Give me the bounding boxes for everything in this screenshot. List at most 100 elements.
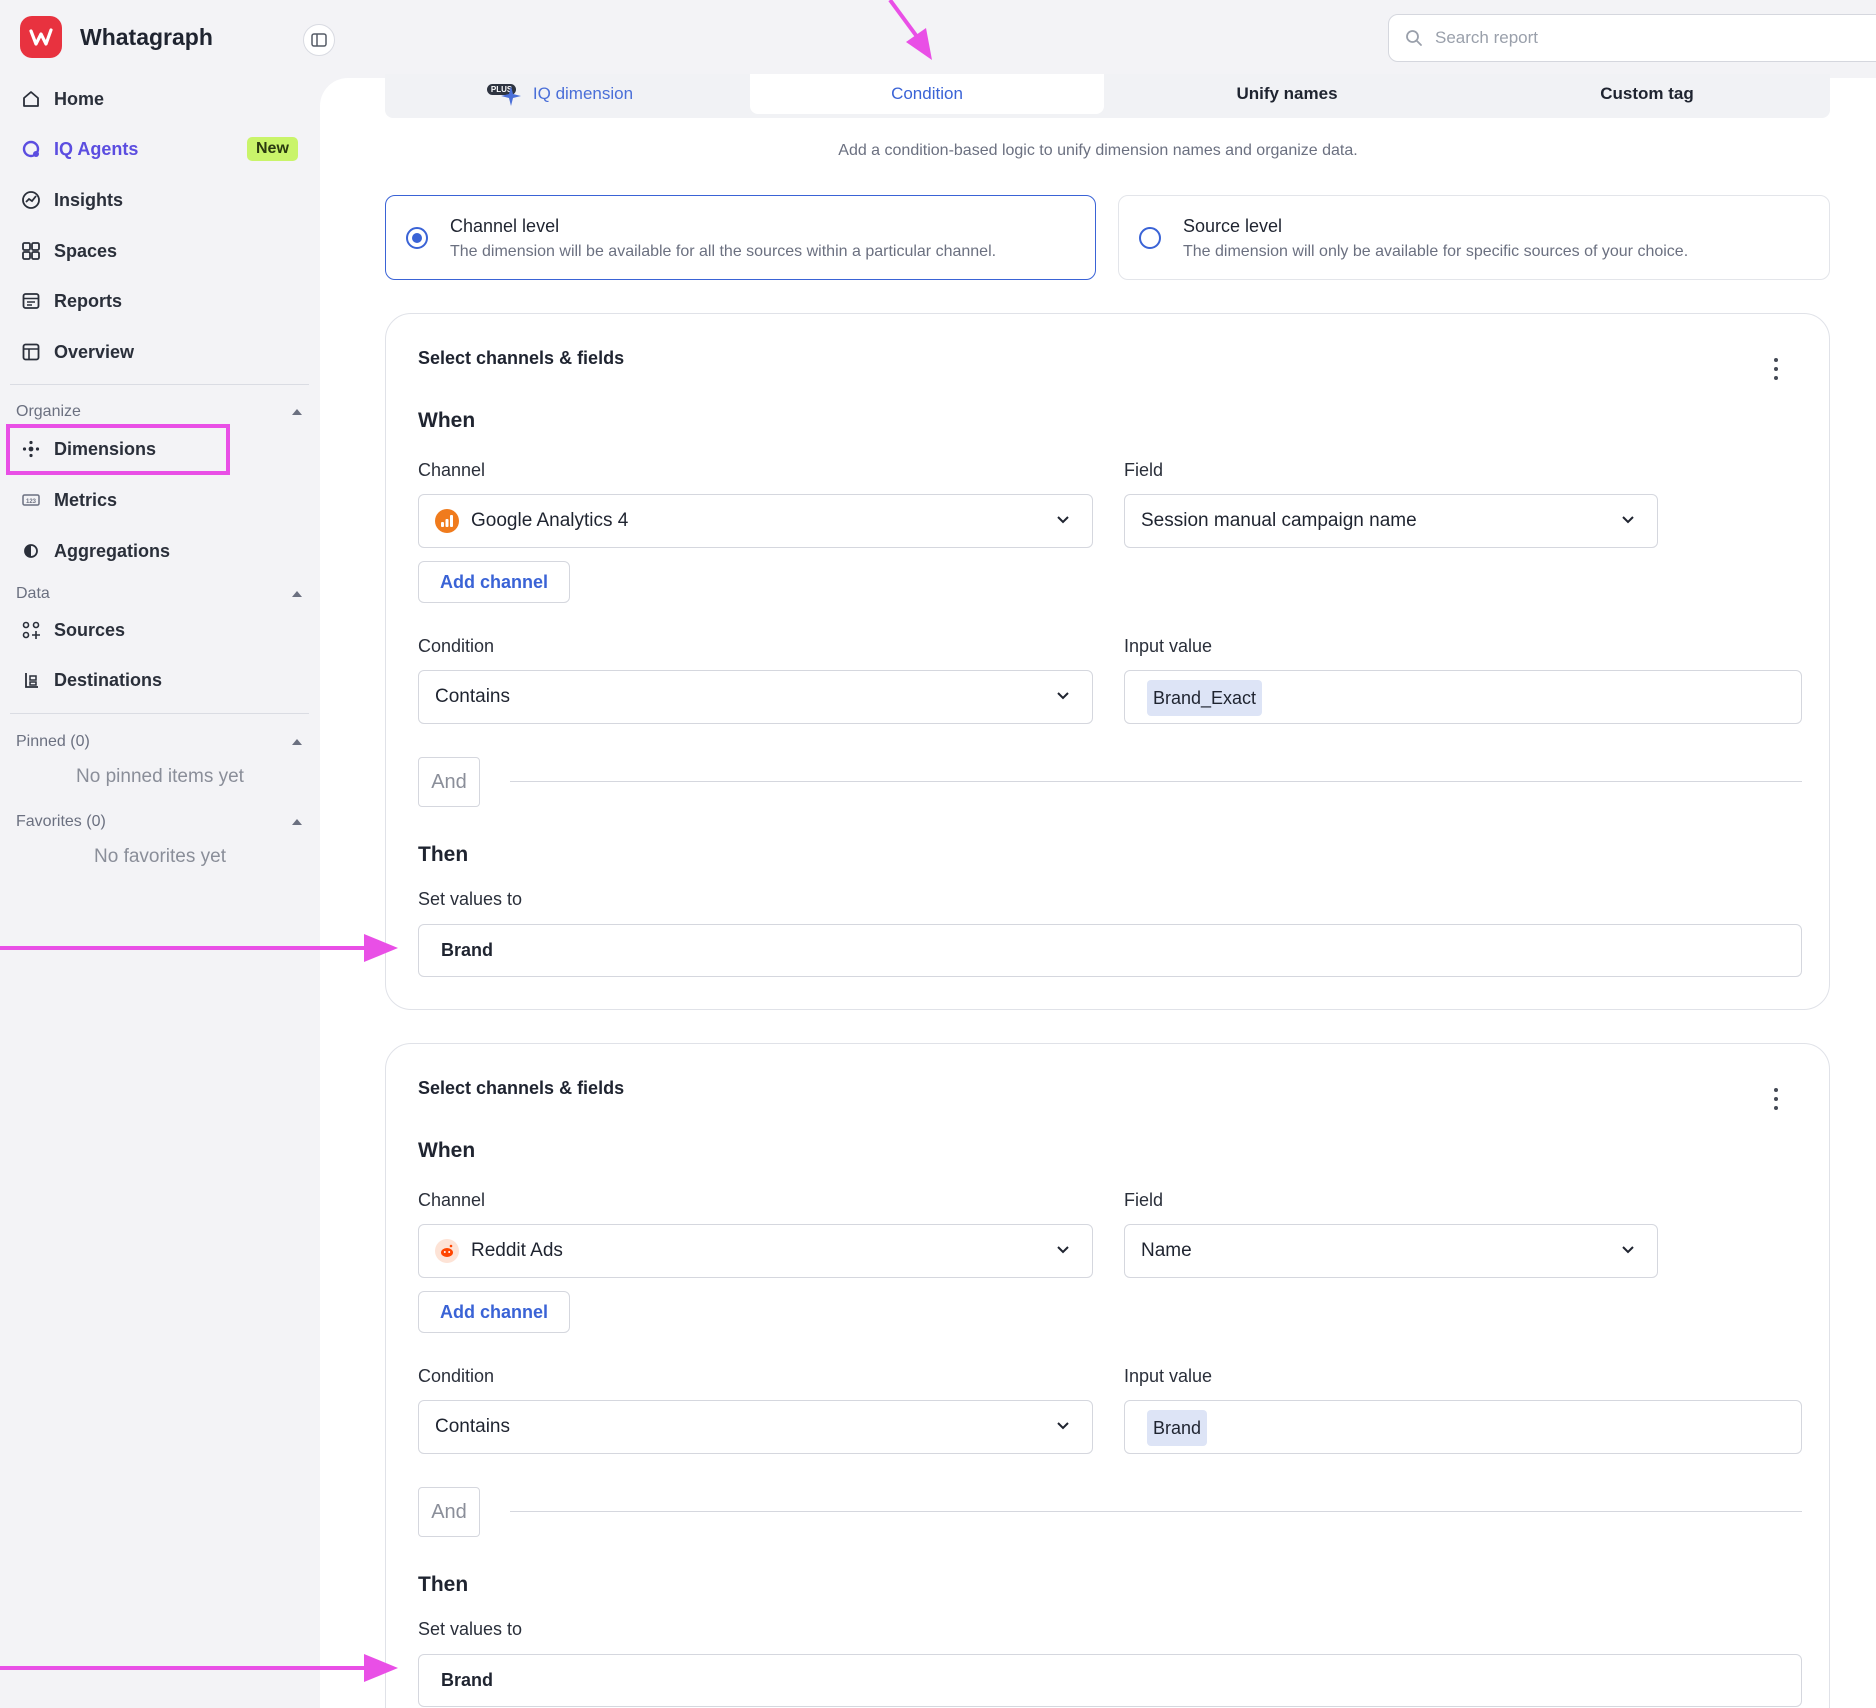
nav-iq-agents[interactable]: IQ Agents <box>20 134 138 164</box>
sidebar-toggle-icon <box>311 33 327 47</box>
and-divider <box>510 781 1802 782</box>
channel-level-radio[interactable] <box>406 227 428 249</box>
channel-label: Channel <box>418 1190 486 1210</box>
field-select[interactable]: Name <box>1124 1224 1658 1278</box>
sidebar-toggle-button[interactable] <box>303 24 335 56</box>
chevron-down-icon <box>1057 692 1069 700</box>
nav-home-label: Home <box>54 88 105 109</box>
annotation-arrow-down <box>888 0 932 60</box>
pinned-collapse-caret-icon[interactable] <box>292 739 302 745</box>
favorites-empty-note: No favorites yet <box>94 846 226 867</box>
tab-iq-dimension[interactable]: PLUS IQ dimension <box>385 74 735 114</box>
search-icon <box>1406 30 1422 46</box>
favorites-section-label: Favorites (0) <box>16 813 106 830</box>
tab-condition[interactable]: Condition <box>750 74 1104 114</box>
channel-level-option[interactable]: Channel level The dimension will be avai… <box>385 195 1096 280</box>
then-heading: Then <box>418 1573 469 1596</box>
favorites-collapse-caret-icon[interactable] <box>292 819 302 825</box>
channel-select[interactable]: Reddit Ads <box>418 1224 1093 1278</box>
nav-aggregations-label: Aggregations <box>54 540 171 561</box>
channel-select[interactable]: Google Analytics 4 <box>418 494 1093 548</box>
annotation-highlight-box <box>6 424 230 475</box>
condition-card: Select channels & fields When Channel Fi… <box>385 1043 1830 1708</box>
source-level-option[interactable]: Source level The dimension will only be … <box>1118 195 1830 280</box>
overview-icon <box>20 341 42 363</box>
and-button[interactable]: And <box>418 1487 480 1537</box>
svg-text:123: 123 <box>26 499 37 505</box>
tab-unify-names[interactable]: Unify names <box>1107 74 1467 114</box>
nav-iq-agents-label: IQ Agents <box>54 138 139 159</box>
annotation-arrow-right <box>0 934 398 962</box>
and-button[interactable]: And <box>418 757 480 807</box>
condition-label: Condition <box>418 1366 495 1386</box>
sources-icon <box>20 619 42 641</box>
when-heading: When <box>418 1139 476 1162</box>
plus-badge: PLUS <box>486 82 525 106</box>
nav-sources-label: Sources <box>54 619 126 640</box>
nav-sources[interactable]: Sources <box>20 615 125 645</box>
field-select-value: Name <box>1141 1240 1192 1261</box>
whatagraph-logo-icon <box>20 16 62 58</box>
search-input[interactable]: Search report <box>1388 14 1876 62</box>
nav-reports-label: Reports <box>54 290 123 311</box>
destinations-icon <box>20 669 42 691</box>
nav-overview[interactable]: Overview <box>20 337 134 367</box>
divider <box>10 384 309 385</box>
source-level-radio[interactable] <box>1139 227 1161 249</box>
insights-icon <box>20 189 42 211</box>
data-collapse-caret-icon[interactable] <box>292 591 302 597</box>
input-value-field[interactable]: Brand_Exact <box>1124 670 1802 724</box>
organize-collapse-caret-icon[interactable] <box>292 409 302 415</box>
condition-select-value: Contains <box>435 1416 510 1437</box>
input-value-label: Input value <box>1124 1366 1213 1386</box>
tab-custom-tag[interactable]: Custom tag <box>1467 74 1827 114</box>
channel-level-title: Channel level <box>450 216 560 236</box>
chevron-down-icon <box>1057 1422 1069 1430</box>
tab-custom-tag-label: Custom tag <box>1600 84 1694 103</box>
condition-select-value: Contains <box>435 686 510 707</box>
when-heading: When <box>418 409 476 432</box>
input-value-label: Input value <box>1124 636 1213 656</box>
organize-section-label: Organize <box>16 403 81 420</box>
tab-iq-dimension-label: IQ dimension <box>532 84 634 103</box>
nav-aggregations[interactable]: Aggregations <box>20 536 170 566</box>
app-name: Whatagraph <box>80 23 213 50</box>
field-label: Field <box>1124 460 1164 480</box>
condition-select[interactable]: Contains <box>418 670 1093 724</box>
tab-bar: PLUS IQ dimension Condition Unify names … <box>385 74 1830 118</box>
aggregations-icon <box>20 540 42 562</box>
field-select[interactable]: Session manual campaign name <box>1124 494 1658 548</box>
set-value-input[interactable]: Brand <box>418 1654 1802 1707</box>
nav-spaces[interactable]: Spaces <box>20 236 117 266</box>
set-value-input[interactable]: Brand <box>418 924 1802 977</box>
input-value-field[interactable]: Brand <box>1124 1400 1802 1454</box>
input-value-chip[interactable]: Brand <box>1147 1410 1208 1446</box>
condition-card: Select channels & fields When Channel Fi… <box>385 313 1830 1010</box>
nav-reports[interactable]: Reports <box>20 286 122 316</box>
nav-destinations[interactable]: Destinations <box>20 665 162 695</box>
chevron-down-icon <box>1057 1246 1069 1254</box>
set-values-label: Set values to <box>418 889 523 909</box>
more-options-icon[interactable] <box>1773 1088 1779 1110</box>
add-channel-button[interactable]: Add channel <box>418 561 571 603</box>
nav-home[interactable]: Home <box>20 84 104 114</box>
pinned-empty-note: No pinned items yet <box>76 766 244 787</box>
input-value-chip[interactable]: Brand_Exact <box>1147 680 1263 716</box>
nav-overview-label: Overview <box>54 341 135 362</box>
brand[interactable]: Whatagraph <box>20 16 213 58</box>
condition-select[interactable]: Contains <box>418 1400 1093 1454</box>
add-channel-button[interactable]: Add channel <box>418 1291 571 1333</box>
card-title: Select channels & fields <box>418 1078 625 1098</box>
page-subtitle: Add a condition-based logic to unify dim… <box>838 142 1358 159</box>
tab-condition-label: Condition <box>891 84 963 103</box>
more-options-icon[interactable] <box>1773 358 1779 380</box>
condition-label: Condition <box>418 636 495 656</box>
reddit-icon <box>435 1239 459 1263</box>
annotation-arrow-right <box>0 1654 398 1682</box>
nav-metrics[interactable]: 123 Metrics <box>20 485 117 515</box>
nav-insights[interactable]: Insights <box>20 185 123 215</box>
nav-metrics-label: Metrics <box>54 489 118 510</box>
nav-spaces-label: Spaces <box>54 240 118 261</box>
sparkle-icon <box>500 86 521 106</box>
and-divider <box>510 1511 1802 1512</box>
